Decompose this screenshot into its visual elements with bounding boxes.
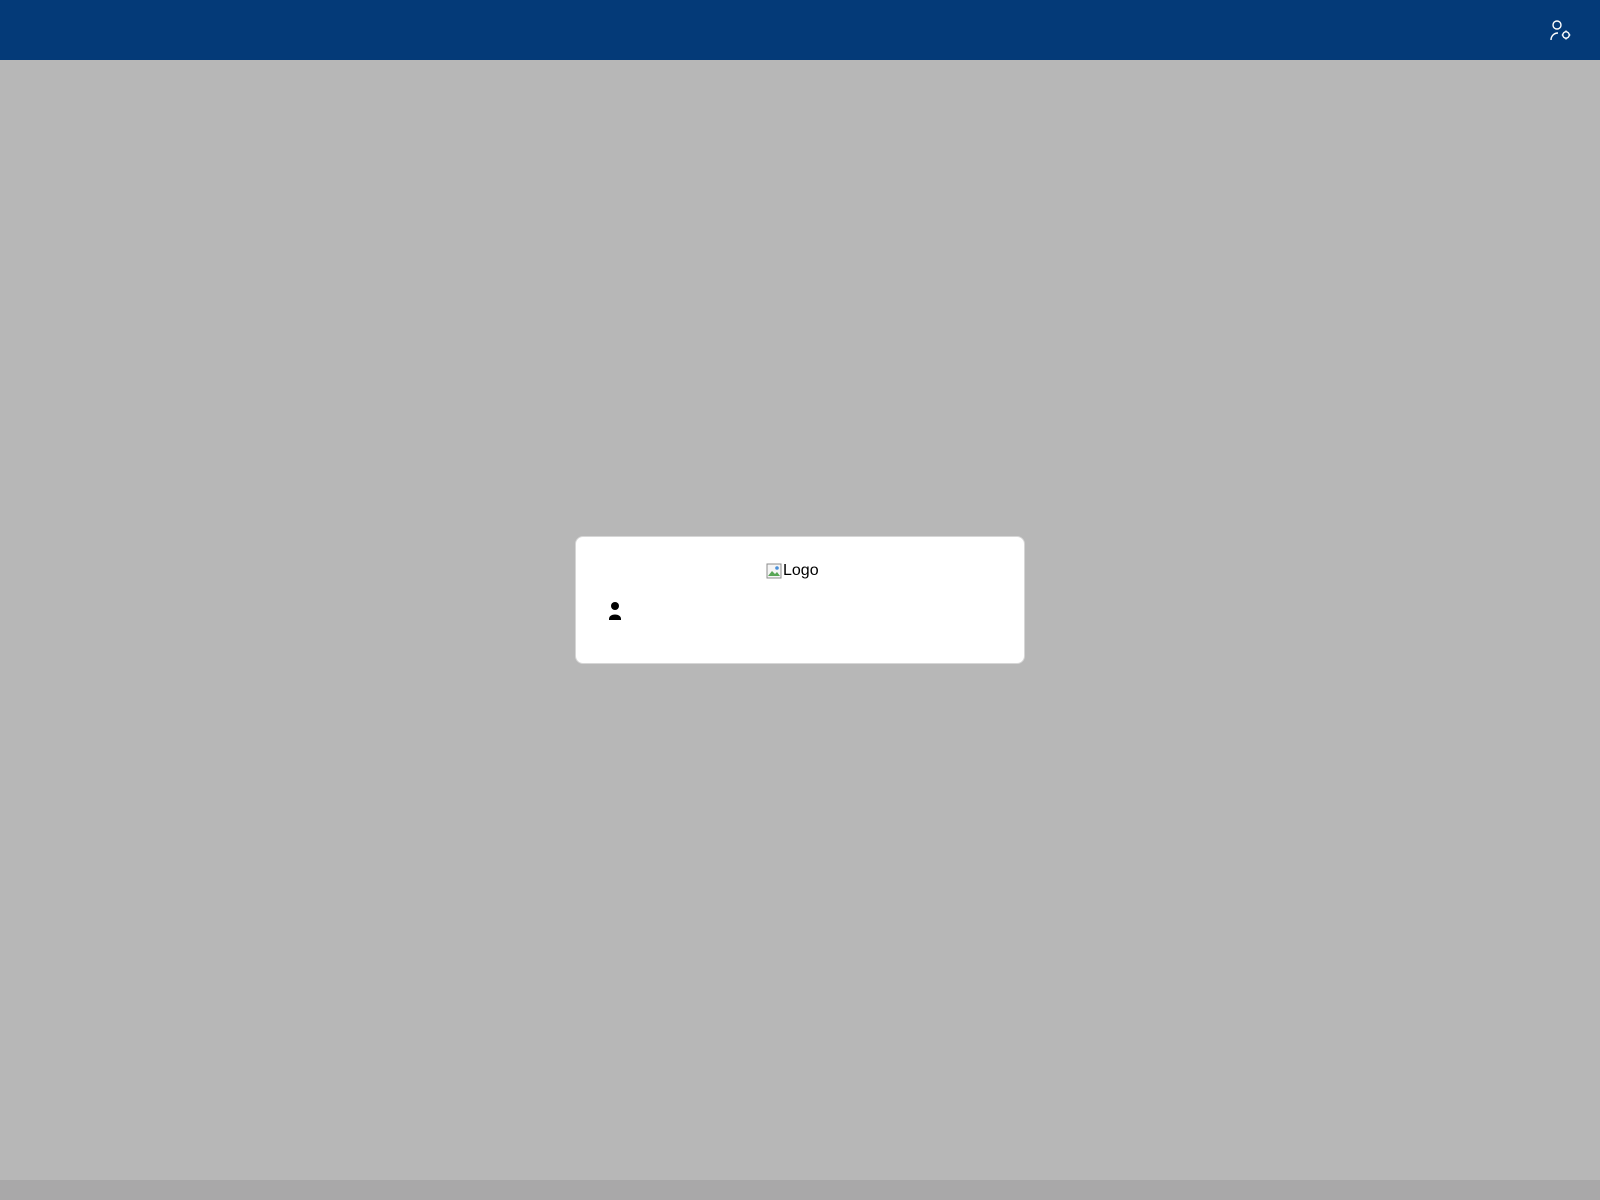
broken-image-icon [766,563,782,579]
user-settings-button[interactable] [1548,18,1574,44]
top-navigation-bar [0,0,1600,60]
username-row [608,595,998,627]
user-settings-icon [1550,20,1571,41]
user-icon [609,602,621,620]
footer-strip [0,1180,1600,1200]
login-card: Logo [575,536,1025,664]
logo: Logo [766,561,819,581]
logo-alt-text: Logo [783,562,819,579]
username-input[interactable] [632,597,998,625]
